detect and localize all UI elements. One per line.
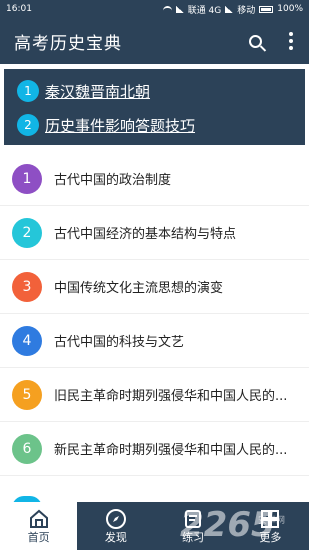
search-icon (248, 34, 262, 48)
tab-label: 首页 (27, 531, 50, 544)
featured-number: 2 (17, 114, 39, 136)
list-item[interactable]: 4 古代中国的科技与文艺 (0, 314, 309, 368)
list-item-title: 古代中国经济的基本结构与特点 (54, 227, 237, 242)
tab-label: 发现 (104, 531, 127, 544)
list-number-badge: 2 (12, 217, 42, 248)
featured-box: 1 秦汉魏晋南北朝 2 历史事件影响答题技巧 (4, 69, 305, 145)
featured-link[interactable]: 秦汉魏晋南北朝 (45, 81, 150, 102)
tab-label: 更多 (259, 531, 282, 544)
featured-item[interactable]: 2 历史事件影响答题技巧 (5, 108, 304, 142)
featured-item[interactable]: 1 秦汉魏晋南北朝 (5, 74, 304, 108)
list-item-title: 古代中国的政治制度 (54, 173, 172, 188)
search-button[interactable] (237, 18, 273, 64)
signal-icon (175, 5, 184, 13)
tab-label: 练习 (182, 531, 205, 544)
list-item[interactable]: 1 古代中国的政治制度 (0, 152, 309, 206)
list-number-badge: 6 (12, 433, 42, 464)
chapter-list: 1 古代中国的政治制度 2 古代中国经济的基本结构与特点 3 中国传统文化主流思… (0, 152, 309, 476)
notes-icon (182, 508, 204, 530)
home-icon (28, 508, 50, 530)
overflow-menu-button[interactable] (273, 18, 309, 64)
list-item-title: 旧民主革命时期列强侵华和中国人民的... (54, 389, 288, 404)
network-label-2: 移动 (237, 5, 256, 16)
list-number-badge: 5 (12, 379, 42, 410)
featured-number: 1 (17, 80, 39, 102)
list-number-badge: 3 (12, 271, 42, 302)
featured-link[interactable]: 历史事件影响答题技巧 (45, 115, 195, 136)
tab-practice[interactable]: 练习 (155, 502, 232, 550)
watermark-sub: 安卓网 (258, 516, 286, 526)
list-item-title: 中国传统文化主流思想的演变 (54, 281, 224, 296)
list-number-badge: 4 (12, 325, 42, 356)
status-time: 16:01 (6, 4, 32, 14)
list-item[interactable]: 6 新民主革命时期列强侵华和中国人民的... (0, 422, 309, 476)
list-item[interactable]: 3 中国传统文化主流思想的演变 (0, 260, 309, 314)
app-bar: 高考历史宝典 (0, 18, 309, 64)
wifi-icon (162, 5, 172, 13)
list-item[interactable]: 5 旧民主革命时期列强侵华和中国人民的... (0, 368, 309, 422)
tab-more[interactable]: 更多 (232, 502, 309, 550)
list-item-title: 古代中国的科技与文艺 (54, 335, 185, 350)
bottom-tab-bar: 首页 发现 练习 更多 (0, 502, 309, 550)
network-label: 联通 4G (187, 5, 222, 16)
battery-icon (259, 5, 274, 13)
list-item[interactable]: 2 古代中国经济的基本结构与特点 (0, 206, 309, 260)
signal-icon-2 (225, 5, 234, 13)
status-bar: 16:01 联通 4G 移动 100% (0, 0, 309, 18)
app-title: 高考历史宝典 (14, 33, 122, 54)
more-vert-icon (289, 32, 293, 50)
list-number-badge: 1 (12, 163, 42, 194)
tab-home[interactable]: 首页 (0, 502, 78, 550)
tab-discover[interactable]: 发现 (77, 502, 154, 550)
list-item-title: 新民主革命时期列强侵华和中国人民的... (54, 443, 288, 458)
battery-label: 100% (277, 4, 303, 14)
compass-icon (105, 508, 127, 530)
